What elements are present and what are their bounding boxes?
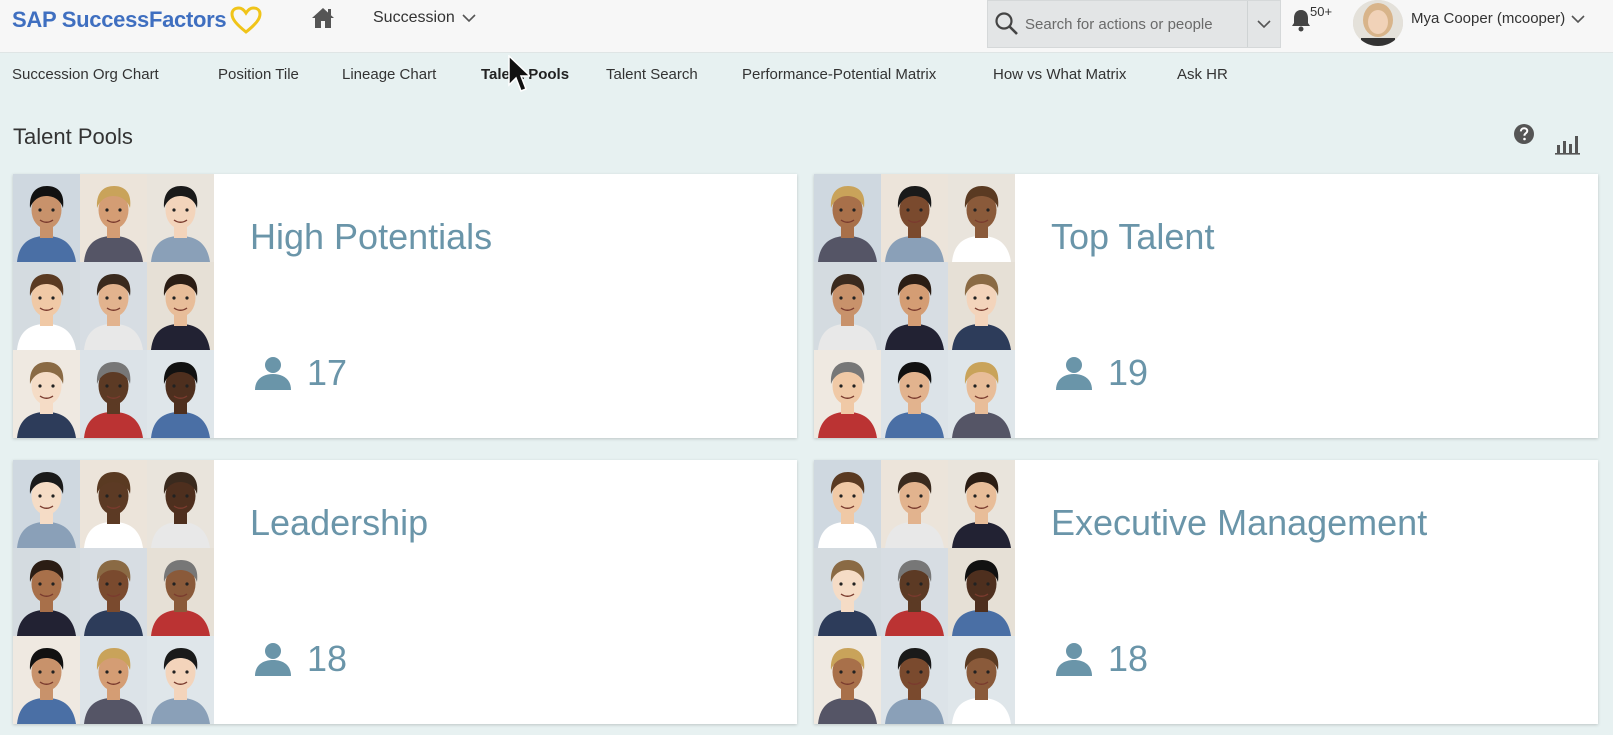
pool-count-value: 17 [307,352,348,393]
member-photo [881,636,948,724]
member-photo [13,548,80,636]
nav-succession-org-chart[interactable]: Succession Org Chart [12,66,159,83]
member-photo [814,548,881,636]
member-photo [948,174,1015,262]
member-photo [881,262,948,350]
module-menu[interactable]: Succession [373,9,476,27]
user-menu[interactable]: Mya Cooper (mcooper) [1411,10,1585,27]
member-photo [814,262,881,350]
member-photo [80,174,147,262]
pool-card-leadership[interactable]: Leadership 18 [13,460,797,724]
member-photo [80,548,147,636]
member-photo [13,350,80,438]
pool-name: Top Talent [1051,216,1215,257]
member-photos [13,174,214,438]
nav-talent-search[interactable]: Talent Search [606,66,698,83]
home-icon[interactable] [310,5,336,36]
member-photos [814,174,1015,438]
notification-count: 50+ [1310,4,1333,19]
search-icon [995,12,1018,35]
member-photo [13,460,80,548]
member-photo [948,262,1015,350]
member-photo [80,460,147,548]
person-icon [255,357,291,390]
pool-card-top-talent[interactable]: Top Talent 19 [814,174,1598,438]
member-photo [814,636,881,724]
pool-name: High Potentials [250,216,493,257]
module-label: Succession [373,9,455,26]
member-photo [881,460,948,548]
pool-member-count: 18 [253,638,347,680]
nav-position-tile[interactable]: Position Tile [218,66,299,83]
person-icon [1056,643,1092,676]
member-photo [80,262,147,350]
pool-count-value: 19 [1108,352,1149,393]
help-icon[interactable] [1513,123,1535,150]
chevron-down-icon [462,14,476,23]
member-photo [814,460,881,548]
pool-name: Leadership [250,502,429,543]
member-photo [147,350,214,438]
top-header: SAP SuccessFactors Succession Search for… [0,0,1613,53]
member-photo [13,174,80,262]
pool-card-executive-management[interactable]: Executive Management 18 [814,460,1598,724]
nav-talent-pools[interactable]: Talent Pools [481,66,569,83]
brand-name: SAP SuccessFactors [12,7,227,32]
chevron-down-icon [1257,20,1271,29]
member-photo [147,460,214,548]
member-photo [147,636,214,724]
person-icon [255,643,291,676]
pool-member-count: 18 [1054,638,1148,680]
member-photo [881,350,948,438]
member-photos [13,460,214,724]
pool-member-count: 19 [1054,352,1148,394]
heart-icon [230,6,262,34]
nav-ask-hr[interactable]: Ask HR [1177,66,1228,83]
sub-navigation: Succession Org Chart Position Tile Linea… [0,52,1613,94]
chevron-down-icon [1571,14,1585,23]
nav-how-vs-what-matrix[interactable]: How vs What Matrix [993,66,1126,83]
member-photo [948,636,1015,724]
nav-lineage-chart[interactable]: Lineage Chart [342,66,436,83]
pool-card-high-potentials[interactable]: High Potentials 17 [13,174,797,438]
search-input[interactable] [1023,14,1247,34]
avatar[interactable] [1353,0,1403,46]
pool-count-value: 18 [1108,638,1149,679]
member-photo [13,636,80,724]
search-box [987,0,1281,48]
member-photo [814,174,881,262]
pool-member-count: 17 [253,352,347,394]
pool-count-value: 18 [307,638,348,679]
search-dropdown-button[interactable] [1247,1,1280,47]
member-photo [147,174,214,262]
page-title: Talent Pools [13,124,133,149]
user-name: Mya Cooper (mcooper) [1411,10,1566,27]
member-photo [147,262,214,350]
bell-icon[interactable] [1290,8,1312,37]
member-photo [948,460,1015,548]
member-photo [13,262,80,350]
member-photo [948,350,1015,438]
member-photos [814,460,1015,724]
person-icon [1056,357,1092,390]
nav-performance-potential-matrix[interactable]: Performance-Potential Matrix [742,66,936,83]
member-photo [881,174,948,262]
bar-chart-icon[interactable] [1555,133,1581,160]
pool-name: Executive Management [1051,502,1428,543]
member-photo [80,636,147,724]
member-photo [80,350,147,438]
member-photo [881,548,948,636]
member-photo [147,548,214,636]
member-photo [814,350,881,438]
member-photo [948,548,1015,636]
brand-logo[interactable]: SAP SuccessFactors [12,6,262,34]
